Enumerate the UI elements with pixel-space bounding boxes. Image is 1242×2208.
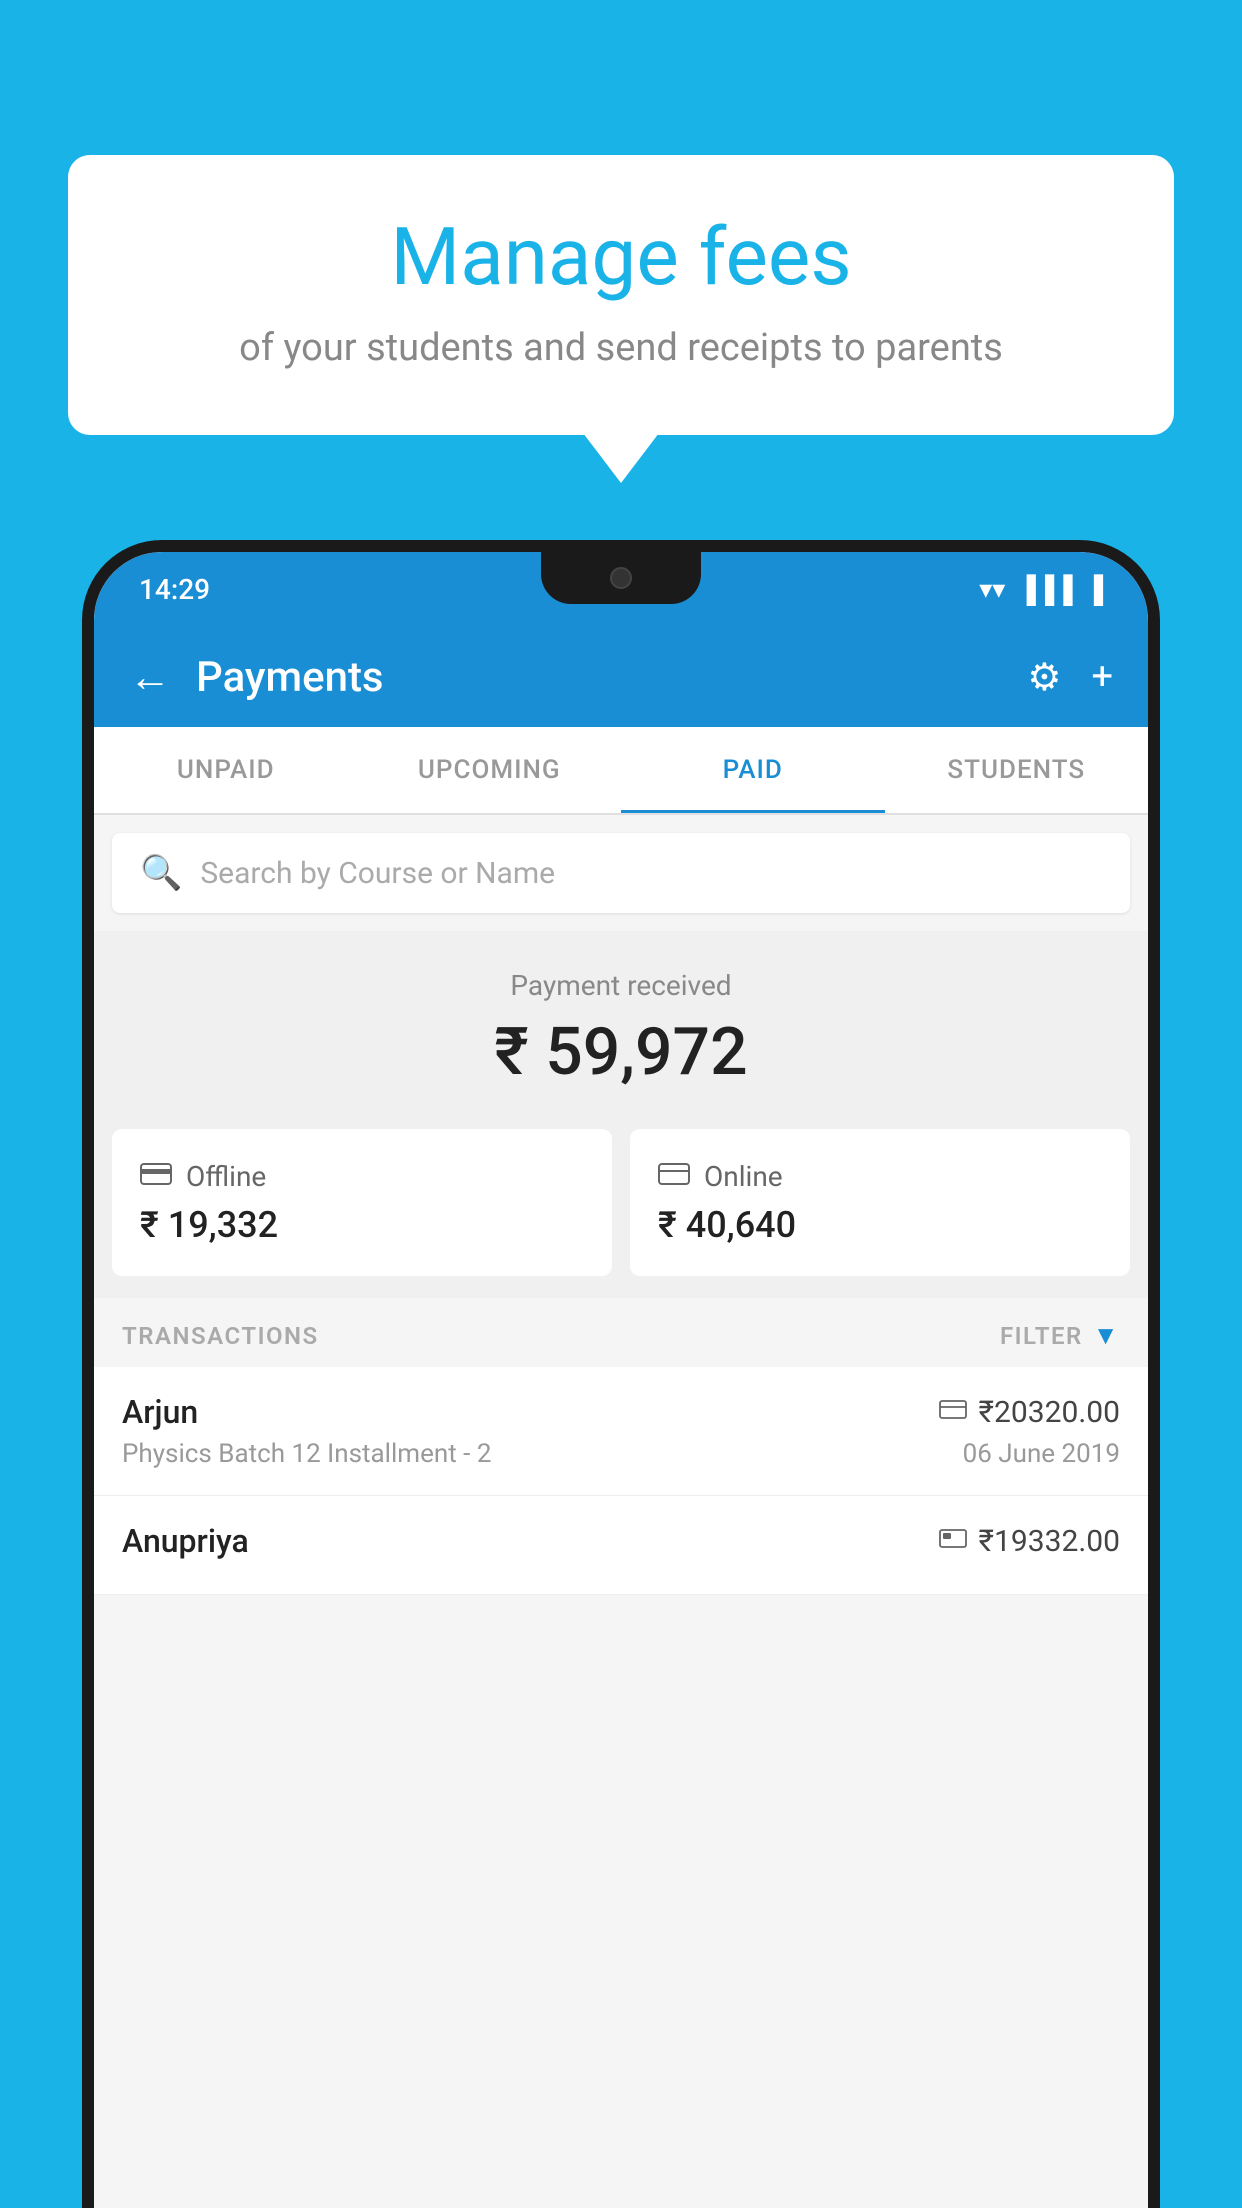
tab-unpaid[interactable]: UNPAID bbox=[94, 727, 358, 813]
transaction-amount-row-1: ₹20320.00 bbox=[939, 1395, 1120, 1430]
transaction-amount-icon-1 bbox=[939, 1397, 967, 1427]
transaction-top-2: Anupriya ₹19332.00 bbox=[122, 1522, 1120, 1560]
transaction-amount-1: ₹20320.00 bbox=[979, 1395, 1120, 1430]
online-amount: ₹ 40,640 bbox=[658, 1204, 1102, 1246]
offline-card: Offline ₹ 19,332 bbox=[112, 1129, 612, 1276]
phone-frame: 14:29 ▾▾ ▐▐▐ ▐ ← Payments ⚙ + UNPAID bbox=[82, 540, 1160, 2208]
offline-label: Offline bbox=[186, 1160, 266, 1193]
filter-button[interactable]: FILTER ▼ bbox=[1000, 1320, 1120, 1351]
payment-received-label: Payment received bbox=[124, 969, 1118, 1002]
bubble-subtitle: of your students and send receipts to pa… bbox=[128, 326, 1114, 370]
transaction-date-1: 06 June 2019 bbox=[963, 1439, 1120, 1469]
app-bar-actions: ⚙ + bbox=[1027, 655, 1113, 700]
online-label: Online bbox=[704, 1160, 783, 1193]
online-card-header: Online bbox=[658, 1159, 1102, 1194]
transaction-row-2[interactable]: Anupriya ₹19332.00 bbox=[94, 1496, 1148, 1595]
status-time: 14:29 bbox=[139, 573, 210, 606]
search-placeholder: Search by Course or Name bbox=[200, 856, 555, 891]
camera bbox=[610, 567, 632, 589]
add-icon[interactable]: + bbox=[1091, 655, 1113, 699]
app-bar: ← Payments ⚙ + bbox=[94, 627, 1148, 727]
filter-icon: ▼ bbox=[1093, 1320, 1120, 1351]
online-icon bbox=[658, 1159, 690, 1194]
back-button[interactable]: ← bbox=[129, 653, 171, 702]
status-icons: ▾▾ ▐▐▐ ▐ bbox=[979, 574, 1103, 605]
search-bar[interactable]: 🔍 Search by Course or Name bbox=[112, 833, 1130, 913]
bubble-title: Manage fees bbox=[128, 210, 1114, 304]
transaction-amount-row-2: ₹19332.00 bbox=[939, 1524, 1120, 1559]
cards-row: Offline ₹ 19,332 Online ₹ 40,640 bbox=[94, 1129, 1148, 1298]
tab-students[interactable]: STUDENTS bbox=[885, 727, 1149, 813]
signal-icon: ▐▐▐ bbox=[1017, 574, 1072, 605]
transaction-name-1: Arjun bbox=[122, 1393, 198, 1431]
transaction-bottom-1: Physics Batch 12 Installment - 2 06 June… bbox=[122, 1439, 1120, 1469]
speech-bubble: Manage fees of your students and send re… bbox=[68, 155, 1174, 435]
offline-icon bbox=[140, 1159, 172, 1194]
transaction-desc-1: Physics Batch 12 Installment - 2 bbox=[122, 1439, 491, 1469]
transaction-amount-icon-2 bbox=[939, 1526, 967, 1556]
offline-amount: ₹ 19,332 bbox=[140, 1204, 584, 1246]
filter-label: FILTER bbox=[1000, 1322, 1083, 1350]
tab-paid[interactable]: PAID bbox=[621, 727, 885, 813]
app-title: Payments bbox=[196, 653, 1002, 702]
tabs-bar: UNPAID UPCOMING PAID STUDENTS bbox=[94, 727, 1148, 815]
transaction-top-1: Arjun ₹20320.00 bbox=[122, 1393, 1120, 1431]
settings-icon[interactable]: ⚙ bbox=[1027, 655, 1061, 700]
tab-upcoming[interactable]: UPCOMING bbox=[358, 727, 622, 813]
wifi-icon: ▾▾ bbox=[979, 575, 1005, 605]
payment-amount: ₹ 59,972 bbox=[124, 1014, 1118, 1091]
battery-icon: ▐ bbox=[1085, 574, 1103, 605]
online-card: Online ₹ 40,640 bbox=[630, 1129, 1130, 1276]
transaction-row[interactable]: Arjun ₹20320.00 Physics Batch 12 Install… bbox=[94, 1367, 1148, 1496]
search-icon: 🔍 bbox=[140, 853, 182, 893]
status-bar: 14:29 ▾▾ ▐▐▐ ▐ bbox=[94, 552, 1148, 627]
offline-card-header: Offline bbox=[140, 1159, 584, 1194]
payment-summary: Payment received ₹ 59,972 bbox=[94, 931, 1148, 1129]
transaction-amount-2: ₹19332.00 bbox=[979, 1524, 1120, 1559]
transaction-name-2: Anupriya bbox=[122, 1522, 249, 1560]
phone-screen: 14:29 ▾▾ ▐▐▐ ▐ ← Payments ⚙ + UNPAID bbox=[94, 552, 1148, 2208]
transactions-header: TRANSACTIONS FILTER ▼ bbox=[94, 1298, 1148, 1367]
transactions-label: TRANSACTIONS bbox=[122, 1322, 319, 1350]
notch bbox=[541, 552, 701, 604]
